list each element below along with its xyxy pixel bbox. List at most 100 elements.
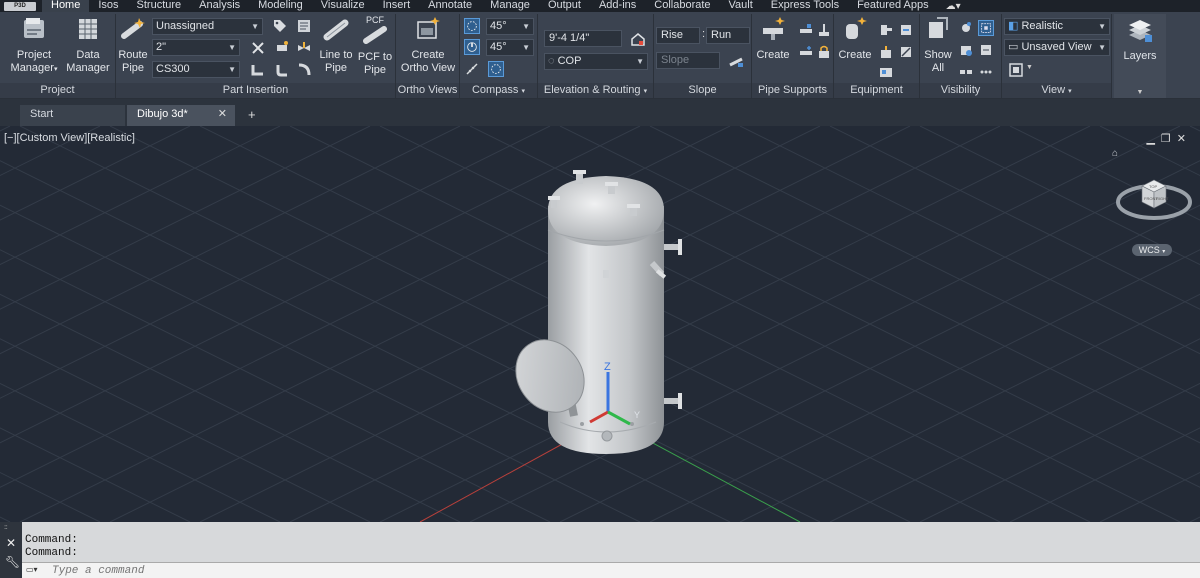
panel-label-pipe-supports: Pipe Supports (752, 83, 833, 98)
bend-icon[interactable] (296, 62, 312, 78)
menu-tab-structure[interactable]: Structure (128, 0, 191, 12)
menu-tab-home[interactable]: Home (42, 0, 90, 12)
menu-tab-insert[interactable]: Insert (374, 0, 420, 12)
connector-icon[interactable] (274, 62, 290, 78)
visual-style-select[interactable]: ◧ Realistic ▼ (1004, 18, 1110, 35)
catalog-icon[interactable] (296, 18, 312, 34)
menu-tab-express-tools[interactable]: Express Tools (762, 0, 848, 12)
create-ortho-view-button[interactable]: Create Ortho View (398, 16, 458, 75)
compass-tick-icon[interactable] (464, 61, 480, 77)
menu-tab-collaborate[interactable]: Collaborate (645, 0, 719, 12)
data-manager-button[interactable]: Data Manager (64, 16, 112, 75)
compass-angle-1-select[interactable]: 45° ▼ (486, 18, 534, 35)
create-pipe-support-button[interactable]: Create (754, 16, 792, 62)
support-edit-icon[interactable] (798, 22, 814, 38)
compass-angle-2-select[interactable]: 45° ▼ (486, 39, 534, 56)
menu-tab-modeling[interactable]: Modeling (249, 0, 312, 12)
app-badge[interactable]: P3D (4, 1, 36, 11)
run-field[interactable]: Run (706, 27, 750, 44)
panel-label-view[interactable]: View ▾ (1002, 83, 1111, 98)
tag-icon[interactable] (272, 18, 288, 34)
cop-select[interactable]: ◌ COP ▼ (544, 53, 648, 70)
visibility-grid-icon[interactable] (958, 64, 974, 80)
menu-tab-analysis[interactable]: Analysis (190, 0, 249, 12)
menu-tab-add-ins[interactable]: Add-ins (590, 0, 645, 12)
isolate-icon[interactable] (958, 20, 974, 36)
menu-tab-featured-apps[interactable]: Featured Apps (848, 0, 938, 12)
hide-icon[interactable] (978, 20, 994, 36)
tab-start[interactable]: Start (20, 105, 125, 126)
cut-icon[interactable] (250, 40, 266, 56)
support-hanger-icon[interactable] (816, 22, 832, 38)
material-select[interactable]: CS300 ▼ (152, 61, 240, 78)
elevation-field[interactable]: 9'-4 1/4" (544, 30, 622, 47)
grip-icon[interactable]: :::: (4, 525, 8, 531)
cloud-icon[interactable]: ☁▾ (946, 1, 961, 12)
viewcube-right-label[interactable]: RIGHT (1156, 196, 1169, 201)
panel-label-compass[interactable]: Compass ▾ (460, 83, 537, 98)
valve-icon[interactable] (296, 40, 312, 56)
create-equipment-button[interactable]: Create (836, 16, 874, 62)
support-add-icon[interactable] (798, 44, 814, 60)
wrench-icon[interactable]: 🔧︎ (5, 555, 20, 569)
size-select[interactable]: 2" ▼ (152, 39, 240, 56)
support-lock-icon[interactable] (816, 44, 832, 60)
panel-layers[interactable]: Layers ▼ (1114, 14, 1166, 98)
menu-tabs: Home Isos Structure Analysis Modeling Visuali… (42, 0, 938, 12)
menu-tab-manage[interactable]: Manage (481, 0, 539, 12)
viewport-window-controls: ▁❐✕ (1146, 132, 1192, 145)
pressure-vessel[interactable] (502, 170, 682, 454)
pcf-to-pipe-button[interactable]: PCF PCF to Pipe (356, 16, 394, 77)
viewcube[interactable]: ⌂ TOP FRONT RIGHT WCS ▾ (1112, 148, 1192, 258)
fitting-icon[interactable] (274, 40, 290, 56)
equipment-modify-icon[interactable] (898, 44, 914, 60)
new-tab-button[interactable]: + (242, 105, 266, 126)
minimize-icon[interactable]: ▁ (1146, 133, 1160, 145)
slope-toggle-icon[interactable] (728, 53, 744, 69)
rise-field[interactable]: Rise (656, 27, 700, 44)
equipment-nozzle-icon[interactable] (878, 22, 894, 38)
perspective-grid: Z Y (0, 126, 1200, 522)
visibility-ref-icon[interactable] (978, 42, 994, 58)
close-icon[interactable]: ✕ (218, 105, 227, 124)
equipment-attach-icon[interactable] (878, 44, 894, 60)
chevron-down-icon[interactable]: ▼ (1026, 64, 1033, 71)
close-icon[interactable]: ✕ (6, 536, 16, 550)
elbow-icon[interactable] (250, 62, 266, 78)
restore-icon[interactable]: ❐ (1161, 133, 1177, 145)
compass-toggle-icon[interactable] (464, 18, 480, 34)
equipment-convert-icon[interactable] (898, 22, 914, 38)
pcf-to-pipe-label: PCF to Pipe (357, 51, 393, 76)
route-pipe-button[interactable]: Route Pipe (116, 16, 150, 75)
saved-view-select[interactable]: ▭ Unsaved View ▼ (1004, 39, 1110, 56)
menu-tab-visualize[interactable]: Visualize (312, 0, 374, 12)
menu-tab-output[interactable]: Output (539, 0, 590, 12)
compass-show-icon[interactable] (488, 61, 504, 77)
close-icon[interactable]: ✕ (1177, 133, 1192, 145)
panel-label-elevation[interactable]: Elevation & Routing ▾ (538, 83, 653, 98)
viewport-controls-label[interactable]: [−][Custom View][Realistic] (4, 132, 135, 144)
viewport-config-icon[interactable] (1008, 62, 1024, 78)
elevation-house-icon[interactable] (630, 31, 646, 47)
show-all-button[interactable]: Show All (920, 16, 956, 75)
command-prompt-icon[interactable]: ▭▾ (26, 565, 48, 576)
wcs-menu[interactable]: WCS ▾ (1132, 244, 1172, 256)
drawing-viewport[interactable]: Z Y [−][Custom View][Realistic] ▁❐✕ ⌂ TO… (0, 126, 1200, 522)
wcs-label: WCS (1138, 245, 1160, 255)
line-to-pipe-button[interactable]: Line to Pipe (316, 16, 356, 75)
tab-drawing[interactable]: Dibujo 3d* ✕ (127, 105, 235, 126)
visibility-lock-icon[interactable] (958, 42, 974, 58)
project-manager-button[interactable]: Project Manager▾ (8, 16, 60, 76)
spec-select[interactable]: Unassigned ▼ (152, 18, 263, 35)
menu-tab-vault[interactable]: Vault (720, 0, 762, 12)
command-input[interactable] (52, 564, 1192, 578)
menu-tab-isos[interactable]: Isos (89, 0, 127, 12)
chevron-down-icon[interactable]: ▼ (1114, 89, 1166, 96)
visibility-dots-icon[interactable] (978, 64, 994, 80)
menu-tab-annotate[interactable]: Annotate (419, 0, 481, 12)
compass-snap-icon[interactable] (464, 39, 480, 55)
project-manager-label: Project Manager (10, 49, 54, 74)
equipment-template-icon[interactable] (878, 64, 894, 80)
slope-field[interactable]: Slope (656, 52, 720, 69)
viewcube-top-label[interactable]: TOP (1149, 184, 1157, 189)
